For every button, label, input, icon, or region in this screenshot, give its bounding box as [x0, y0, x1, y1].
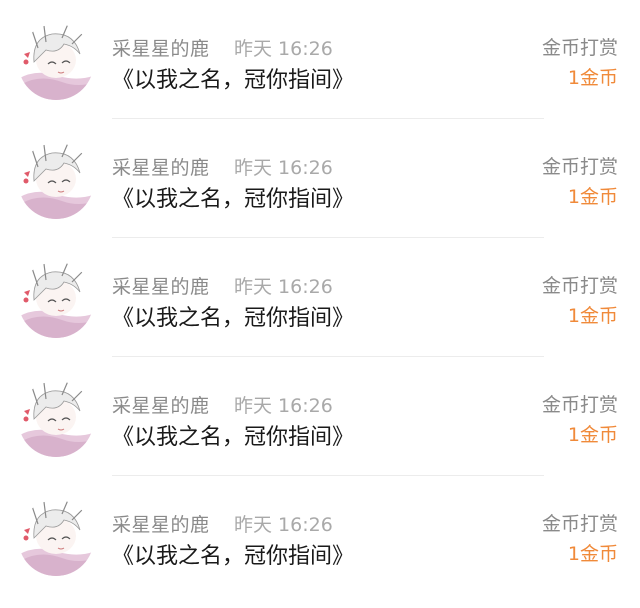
anime-girl-avatar-icon: [18, 500, 94, 576]
reward-row[interactable]: 采星星的鹿 昨天 16:26 《以我之名，冠你指间》 金币打赏 1金币: [0, 0, 640, 119]
reward-time: 昨天 16:26: [234, 514, 333, 536]
reward-amount: 1金币: [567, 305, 618, 327]
user-name[interactable]: 采星星的鹿: [112, 391, 210, 418]
reward-time: 昨天 16:26: [234, 157, 333, 179]
reward-time: 昨天 16:26: [234, 276, 333, 298]
reward-amount: 1金币: [567, 186, 618, 208]
anime-girl-avatar-icon: [18, 381, 94, 457]
work-title[interactable]: 《以我之名，冠你指间》: [112, 181, 354, 213]
user-avatar[interactable]: [18, 500, 94, 576]
reward-type: 金币打赏: [541, 37, 618, 59]
user-avatar[interactable]: [18, 143, 94, 219]
reward-type: 金币打赏: [541, 156, 618, 178]
reward-amount: 1金币: [567, 424, 618, 446]
user-avatar[interactable]: [18, 262, 94, 338]
reward-type: 金币打赏: [541, 513, 618, 535]
anime-girl-avatar-icon: [18, 262, 94, 338]
work-title[interactable]: 《以我之名，冠你指间》: [112, 62, 354, 94]
user-name[interactable]: 采星星的鹿: [112, 510, 210, 537]
anime-girl-avatar-icon: [18, 143, 94, 219]
work-title[interactable]: 《以我之名，冠你指间》: [112, 538, 354, 570]
user-name[interactable]: 采星星的鹿: [112, 153, 210, 180]
user-name[interactable]: 采星星的鹿: [112, 34, 210, 61]
reward-row[interactable]: 采星星的鹿 昨天 16:26 《以我之名，冠你指间》 金币打赏 1金币: [0, 357, 640, 476]
user-avatar[interactable]: [18, 24, 94, 100]
work-title[interactable]: 《以我之名，冠你指间》: [112, 300, 354, 332]
work-title[interactable]: 《以我之名，冠你指间》: [112, 419, 354, 451]
reward-amount: 1金币: [567, 67, 618, 89]
user-avatar[interactable]: [18, 381, 94, 457]
user-name[interactable]: 采星星的鹿: [112, 272, 210, 299]
reward-row[interactable]: 采星星的鹿 昨天 16:26 《以我之名，冠你指间》 金币打赏 1金币: [0, 119, 640, 238]
reward-row[interactable]: 采星星的鹿 昨天 16:26 《以我之名，冠你指间》 金币打赏 1金币: [0, 238, 640, 357]
anime-girl-avatar-icon: [18, 24, 94, 100]
reward-type: 金币打赏: [541, 275, 618, 297]
reward-time: 昨天 16:26: [234, 38, 333, 60]
reward-list: 采星星的鹿 昨天 16:26 《以我之名，冠你指间》 金币打赏 1金币 采星星的…: [0, 0, 640, 595]
reward-type: 金币打赏: [541, 394, 618, 416]
reward-row[interactable]: 采星星的鹿 昨天 16:26 《以我之名，冠你指间》 金币打赏 1金币: [0, 476, 640, 595]
reward-amount: 1金币: [567, 543, 618, 565]
reward-time: 昨天 16:26: [234, 395, 333, 417]
